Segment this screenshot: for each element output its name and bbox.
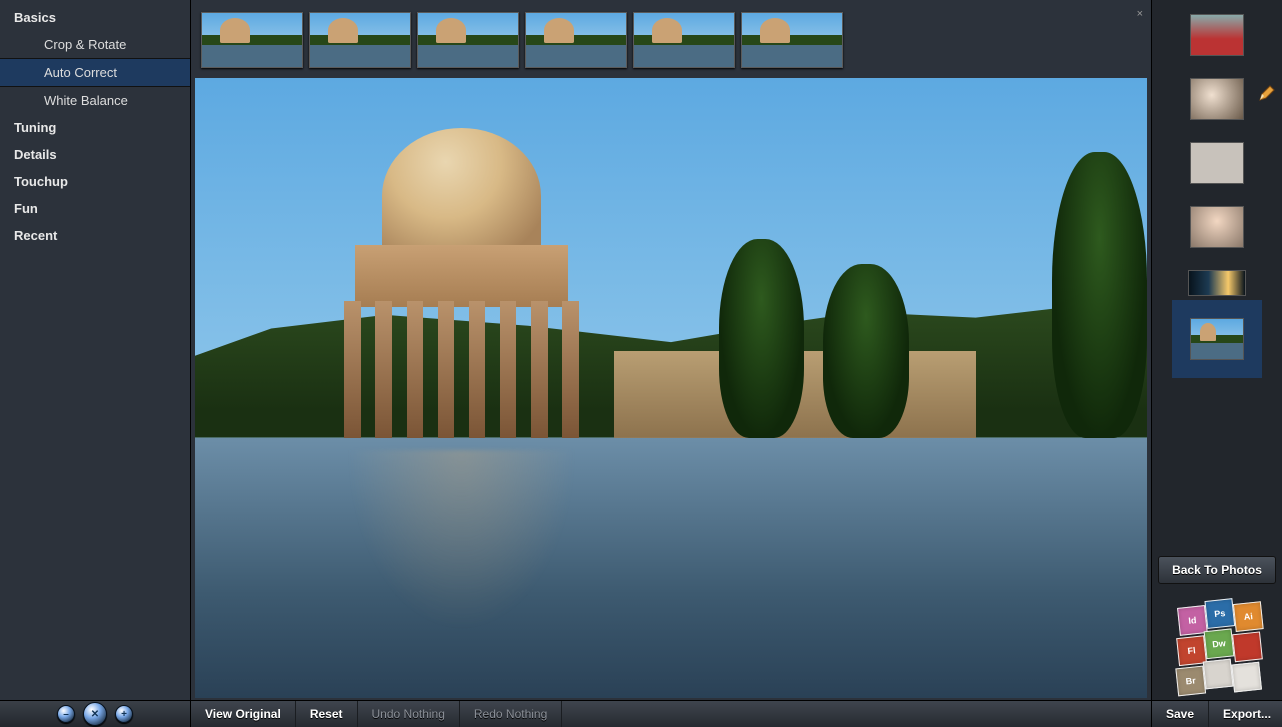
reflection [328, 450, 595, 661]
sidebar-cat-tuning[interactable]: Tuning [0, 114, 190, 141]
export-button[interactable]: Export... [1209, 701, 1282, 727]
main-area: × [191, 0, 1151, 727]
zoom-out-icon[interactable]: – [57, 705, 75, 723]
cube-face-icon [1203, 659, 1234, 690]
cube-face-icon [1231, 662, 1262, 693]
sidebar-cat-basics[interactable]: Basics [0, 4, 190, 31]
preset-strip [191, 0, 1151, 78]
preset-thumb-3[interactable] [417, 12, 519, 68]
app-root: Basics Crop & Rotate Auto Correct White … [0, 0, 1282, 727]
bin-thumb-palace[interactable] [1190, 318, 1244, 360]
back-to-photos-button[interactable]: Back To Photos [1158, 556, 1276, 584]
sidebar-item-auto-correct[interactable]: Auto Correct [0, 58, 190, 87]
cube-face-icon: Ai [1233, 601, 1264, 632]
photo-canvas[interactable] [195, 78, 1147, 698]
sidebar-cat-recent[interactable]: Recent [0, 222, 190, 249]
tree-icon [823, 264, 909, 438]
pencil-icon[interactable] [1258, 84, 1276, 102]
bin-thumb-family[interactable] [1190, 78, 1244, 120]
zoom-controls: – ✕ + [0, 700, 190, 727]
view-original-button[interactable]: View Original [191, 701, 296, 727]
dome-structure [328, 128, 595, 438]
bin-thumb-boy[interactable] [1190, 206, 1244, 248]
cube-face-icon [1232, 631, 1263, 662]
zoom-in-icon[interactable]: + [115, 705, 133, 723]
sidebar-list: Basics Crop & Rotate Auto Correct White … [0, 0, 190, 249]
preset-thumb-4[interactable] [525, 12, 627, 68]
cube-face-icon: Dw [1204, 628, 1235, 659]
cube-face-icon: Ps [1204, 598, 1235, 629]
sidebar-cat-fun[interactable]: Fun [0, 195, 190, 222]
tree-icon [719, 239, 805, 437]
right-panel: Back To Photos IdPsAiFlDwBr Save Export.… [1151, 0, 1282, 727]
sidebar-item-crop-rotate[interactable]: Crop & Rotate [0, 31, 190, 58]
sidebar-item-white-balance[interactable]: White Balance [0, 87, 190, 114]
sidebar-cat-details[interactable]: Details [0, 141, 190, 168]
preset-thumb-2[interactable] [309, 12, 411, 68]
right-bottom-toolbar: Save Export... [1152, 700, 1282, 727]
tree-icon [1052, 152, 1147, 437]
save-button[interactable]: Save [1152, 701, 1209, 727]
adobe-cube[interactable]: IdPsAiFlDwBr [1152, 588, 1282, 700]
close-icon[interactable]: × [1137, 8, 1143, 20]
redo-button[interactable]: Redo Nothing [460, 701, 562, 727]
bin-thumb-street[interactable] [1190, 14, 1244, 56]
zoom-fit-icon[interactable]: ✕ [83, 702, 107, 726]
preset-thumb-5[interactable] [633, 12, 735, 68]
bin-thumb-car-night[interactable] [1188, 270, 1246, 296]
bottom-toolbar: View Original Reset Undo Nothing Redo No… [191, 700, 1151, 727]
undo-button[interactable]: Undo Nothing [358, 701, 460, 727]
bin-thumb-snow[interactable] [1190, 142, 1244, 184]
sidebar-cat-touchup[interactable]: Touchup [0, 168, 190, 195]
preset-thumb-1[interactable] [201, 12, 303, 68]
left-sidebar: Basics Crop & Rotate Auto Correct White … [0, 0, 191, 727]
preset-thumb-6[interactable] [741, 12, 843, 68]
cube-face-icon: Br [1175, 666, 1206, 697]
reset-button[interactable]: Reset [296, 701, 358, 727]
canvas-area [191, 78, 1151, 700]
